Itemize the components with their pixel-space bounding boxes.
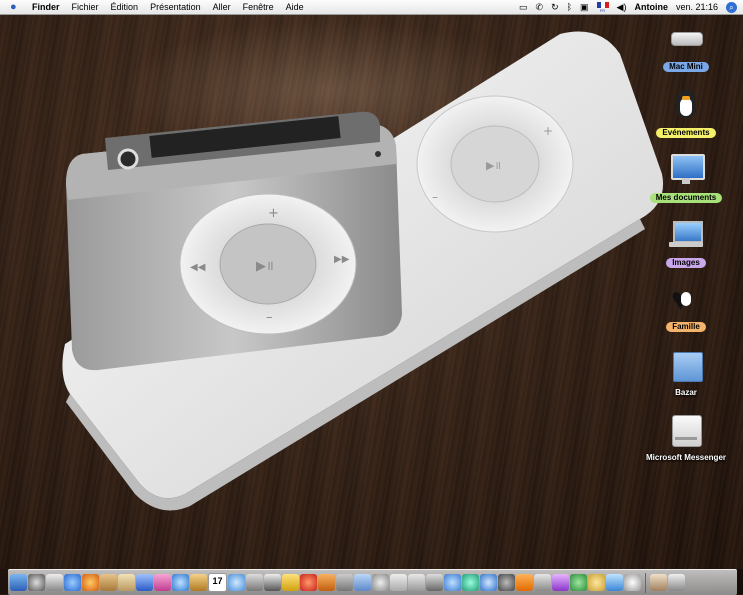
desktop-icon-microsoft-messenger[interactable]: Microsoft Messenger — [636, 413, 736, 465]
dashboard-dock-icon[interactable] — [28, 574, 45, 591]
desktop-icon-bazar[interactable]: Bazar — [636, 348, 736, 400]
iphoto-dock-icon[interactable] — [246, 574, 263, 591]
word-dock-icon[interactable] — [136, 574, 153, 591]
menu-extras: ▭ ✆ ↻ ᛒ ▣ FR ◀) Antoine ven. 21:16 ⌕ — [519, 0, 737, 14]
menu-presentation[interactable]: Présentation — [150, 0, 201, 14]
letter-dock-icon[interactable] — [118, 574, 135, 591]
app5-dock-icon[interactable] — [624, 574, 641, 591]
laptop-icon — [669, 218, 703, 252]
ipod-wallpaper-image: ▶॥ + – ▶॥ + – ◀◀ ▶▶ — [62, 31, 664, 511]
display-icon[interactable]: ▭ — [519, 0, 528, 14]
menu-bar: ● Finder Fichier Édition Présentation Al… — [0, 0, 743, 15]
itunes2-dock-icon[interactable] — [534, 574, 551, 591]
utility-dock-icon[interactable] — [354, 574, 371, 591]
svg-text:◀◀: ◀◀ — [190, 262, 206, 273]
address-book-dock-icon[interactable] — [46, 574, 63, 591]
drive-icon — [669, 413, 703, 447]
svg-text:+: + — [268, 206, 279, 221]
flag-code: FR — [599, 7, 606, 13]
menu-fichier[interactable]: Fichier — [72, 0, 99, 14]
system-prefs-dock-icon[interactable] — [498, 574, 515, 591]
app3-dock-icon[interactable] — [552, 574, 569, 591]
svg-text:+: + — [543, 124, 553, 138]
desktop-icon-mac-mini[interactable]: Mac Mini — [636, 22, 736, 74]
disk-dock-icon[interactable] — [372, 574, 389, 591]
camera-dock-icon[interactable] — [264, 574, 281, 591]
menu-edition[interactable]: Édition — [111, 0, 139, 14]
record-dock-icon[interactable] — [300, 574, 317, 591]
svg-text:▶▶: ▶▶ — [334, 254, 350, 265]
menu-aide[interactable]: Aide — [286, 0, 304, 14]
messenger-dock-icon[interactable] — [570, 574, 587, 591]
monitor-icon — [669, 153, 705, 187]
menu-aller[interactable]: Aller — [213, 0, 231, 14]
heart-penguin-icon: ♥ — [669, 282, 703, 316]
home-dock-icon[interactable] — [650, 574, 667, 591]
preview-dock-icon[interactable] — [408, 574, 425, 591]
menu-finder[interactable]: Finder — [32, 0, 60, 14]
firefox-dock-icon[interactable] — [82, 574, 99, 591]
trash-icon[interactable] — [668, 574, 685, 591]
penguin-icon — [669, 88, 703, 122]
menu-fenetre[interactable]: Fenêtre — [243, 0, 274, 14]
browser-dock-icon[interactable] — [480, 574, 497, 591]
dock-separator — [645, 572, 646, 593]
dock: 17 — [8, 569, 737, 595]
app-dock-icon[interactable] — [154, 574, 171, 591]
calculator-dock-icon[interactable] — [336, 574, 353, 591]
mail-dock-icon[interactable] — [100, 574, 117, 591]
itunes-dock-icon[interactable] — [172, 574, 189, 591]
apple-menu-icon[interactable]: ● — [10, 0, 17, 14]
app4-dock-icon[interactable] — [606, 574, 623, 591]
globe-dock-icon[interactable] — [444, 574, 461, 591]
volume-icon[interactable]: ◀) — [617, 0, 627, 14]
spotlight-icon[interactable]: ⌕ — [726, 1, 737, 13]
user-name[interactable]: Antoine — [634, 0, 668, 14]
phone-icon[interactable]: ✆ — [536, 0, 544, 14]
guitar-dock-icon[interactable] — [190, 574, 207, 591]
finder-dock-icon[interactable] — [10, 574, 27, 591]
mac-mini-icon — [669, 22, 703, 56]
chess-dock-icon[interactable] — [462, 574, 479, 591]
penguin-dock-icon[interactable] — [588, 574, 605, 591]
menu-list: Finder Fichier Édition Présentation Alle… — [32, 0, 304, 14]
desktop-icon-famille[interactable]: ♥ Famille — [636, 282, 736, 334]
printer-dock-icon[interactable] — [426, 574, 443, 591]
desktop-icon-images[interactable]: Images — [636, 218, 736, 270]
app2-dock-icon[interactable] — [318, 574, 335, 591]
svg-text:–: – — [432, 190, 438, 204]
desktop-icon-label: Evénements — [656, 128, 716, 138]
ipod-dock-icon[interactable] — [390, 574, 407, 591]
svg-text:▶॥: ▶॥ — [486, 159, 501, 172]
desktop-icon-evenements[interactable]: Evénements — [636, 88, 736, 140]
sync-icon[interactable]: ↻ — [551, 0, 559, 14]
desktop-icon-mes-documents[interactable]: Mes documents — [636, 153, 736, 205]
network-dock-icon[interactable] — [228, 574, 245, 591]
folder-icon — [669, 348, 703, 382]
svg-text:▶॥: ▶॥ — [256, 259, 274, 274]
desktop-icon-label: Microsoft Messenger — [645, 453, 727, 462]
flag-icon[interactable]: FR — [596, 1, 609, 13]
safari-dock-icon[interactable] — [64, 574, 81, 591]
svg-text:–: – — [266, 310, 273, 325]
stickies-dock-icon[interactable] — [282, 574, 299, 591]
vlc-dock-icon[interactable] — [516, 574, 533, 591]
desktop-icon-label: Mes documents — [649, 193, 723, 203]
desktop-icon-label: Images — [666, 258, 706, 268]
desktop-icon-label: Bazar — [675, 388, 697, 397]
lock-icon[interactable]: ▣ — [580, 0, 589, 14]
desktop-icon-label: Mac Mini — [663, 62, 709, 72]
bluetooth-icon[interactable]: ᛒ — [567, 0, 572, 14]
ical-dock-icon[interactable]: 17 — [208, 573, 227, 592]
desktop-icon-label: Famille — [666, 322, 706, 332]
clock[interactable]: ven. 21:16 — [676, 0, 718, 14]
